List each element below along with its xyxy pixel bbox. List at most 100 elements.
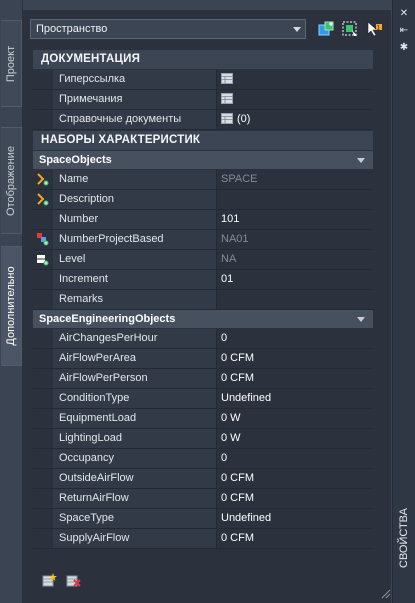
tab-display[interactable]: Отображение bbox=[1, 127, 22, 234]
property-value-text: 0 CFM bbox=[221, 532, 254, 544]
property-row[interactable]: Number 101 bbox=[33, 210, 373, 230]
property-row[interactable]: Примечания bbox=[33, 90, 373, 110]
property-set-spaceengineeringobjects[interactable]: SpaceEngineeringObjects bbox=[33, 310, 373, 329]
property-value-text: SPACE bbox=[221, 173, 258, 185]
add-property-set-button[interactable] bbox=[41, 572, 57, 588]
property-row[interactable]: AirFlowPerPerson 0 CFM bbox=[33, 369, 373, 389]
property-value[interactable]: 0 W bbox=[217, 409, 373, 428]
table-icon[interactable] bbox=[221, 93, 233, 104]
property-row[interactable]: SpaceType Undefined bbox=[33, 509, 373, 529]
property-name-text: OutsideAirFlow bbox=[59, 472, 134, 484]
tab-extended-data[interactable]: Дополнительно bbox=[1, 246, 22, 366]
property-row[interactable]: LightingLoad 0 W bbox=[33, 429, 373, 449]
property-name-text: Level bbox=[59, 253, 86, 265]
property-name: Level bbox=[53, 250, 217, 269]
property-name: Name bbox=[53, 170, 217, 189]
project-icon bbox=[37, 233, 49, 246]
close-icon[interactable]: ✕ bbox=[397, 8, 411, 20]
property-value[interactable]: SPACE bbox=[217, 170, 373, 189]
select-objects-icon bbox=[342, 21, 357, 36]
property-row[interactable]: ReturnAirFlow 0 CFM bbox=[33, 489, 373, 509]
property-name: AirFlowPerPerson bbox=[53, 369, 217, 388]
chevron-down-icon[interactable] bbox=[357, 158, 365, 163]
property-value-text: 0 W bbox=[221, 412, 241, 424]
property-value[interactable]: 0 CFM bbox=[217, 349, 373, 368]
property-value-text: 0 CFM bbox=[221, 372, 254, 384]
property-row[interactable]: Справочные документы (0) bbox=[33, 110, 373, 130]
category-documentation[interactable]: ДОКУМЕНТАЦИЯ bbox=[33, 50, 373, 70]
row-gutter bbox=[33, 409, 53, 428]
row-gutter bbox=[33, 509, 53, 528]
quick-select-button[interactable] bbox=[316, 19, 336, 39]
property-value-text: 0 CFM bbox=[221, 492, 254, 504]
property-set-spaceobjects[interactable]: SpaceObjects bbox=[33, 151, 373, 170]
row-gutter bbox=[33, 230, 53, 249]
property-value[interactable]: 0 W bbox=[217, 429, 373, 448]
property-name: ReturnAirFlow bbox=[53, 489, 217, 508]
property-row[interactable]: Occupancy 0 bbox=[33, 449, 373, 469]
row-gutter bbox=[33, 110, 53, 129]
property-value[interactable]: 0 CFM bbox=[217, 469, 373, 488]
settings-icon[interactable]: ✱ bbox=[397, 42, 411, 54]
property-value[interactable]: 0 bbox=[217, 329, 373, 348]
property-name: SpaceType bbox=[53, 509, 217, 528]
level-icon bbox=[37, 255, 49, 266]
property-name: LightingLoad bbox=[53, 429, 217, 448]
property-row[interactable]: AirChangesPerHour 0 bbox=[33, 329, 373, 349]
chevron-down-icon[interactable] bbox=[357, 317, 365, 322]
property-row[interactable]: ConditionType Undefined bbox=[33, 389, 373, 409]
property-row[interactable]: NumberProjectBased NA01 bbox=[33, 230, 373, 250]
property-value[interactable]: 01 bbox=[217, 270, 373, 289]
property-value[interactable] bbox=[217, 190, 373, 209]
row-gutter bbox=[33, 210, 53, 229]
property-value-text: 0 CFM bbox=[221, 352, 254, 364]
row-gutter bbox=[33, 190, 53, 209]
category-property-sets[interactable]: НАБОРЫ ХАРАКТЕРИСТИК bbox=[33, 131, 373, 151]
property-value[interactable] bbox=[217, 70, 373, 89]
property-name: EquipmentLoad bbox=[53, 409, 217, 428]
property-name-text: SupplyAirFlow bbox=[59, 532, 130, 544]
property-value[interactable] bbox=[217, 290, 373, 309]
property-value[interactable]: NA bbox=[217, 250, 373, 269]
property-value-text: 01 bbox=[221, 273, 234, 285]
property-name: OutsideAirFlow bbox=[53, 469, 217, 488]
property-row[interactable]: SupplyAirFlow 0 CFM bbox=[33, 529, 373, 549]
property-value[interactable]: Undefined bbox=[217, 389, 373, 408]
property-name: Гиперссылка bbox=[53, 70, 217, 89]
object-type-select[interactable]: Пространство bbox=[30, 19, 306, 39]
property-value-text: (0) bbox=[237, 113, 251, 125]
property-row[interactable]: AirFlowPerArea 0 CFM bbox=[33, 349, 373, 369]
tab-project[interactable]: Проект bbox=[1, 20, 22, 107]
select-objects-button[interactable] bbox=[340, 19, 360, 39]
table-icon[interactable] bbox=[221, 73, 233, 84]
pickadd-button[interactable]: 1 bbox=[364, 19, 384, 39]
property-row[interactable]: Name SPACE bbox=[33, 170, 373, 190]
property-row[interactable]: Increment 01 bbox=[33, 270, 373, 290]
property-value[interactable]: Undefined bbox=[217, 509, 373, 528]
property-value[interactable]: 0 bbox=[217, 449, 373, 468]
property-value[interactable] bbox=[217, 90, 373, 109]
property-value[interactable]: 0 CFM bbox=[217, 529, 373, 548]
property-name: ConditionType bbox=[53, 389, 217, 408]
property-value-text: Undefined bbox=[221, 392, 272, 404]
row-gutter bbox=[33, 529, 53, 548]
property-value[interactable]: NA01 bbox=[217, 230, 373, 249]
property-set-title: SpaceObjects bbox=[39, 154, 112, 166]
row-gutter bbox=[33, 70, 53, 89]
property-row[interactable]: Description bbox=[33, 190, 373, 210]
quick-select-icon bbox=[318, 21, 334, 36]
property-value[interactable]: 0 CFM bbox=[217, 489, 373, 508]
property-row[interactable]: OutsideAirFlow 0 CFM bbox=[33, 469, 373, 489]
table-icon[interactable] bbox=[221, 113, 233, 124]
property-value[interactable]: 101 bbox=[217, 210, 373, 229]
property-value-text: 0 bbox=[221, 332, 228, 344]
property-value[interactable]: 0 CFM bbox=[217, 369, 373, 388]
property-row[interactable]: Remarks bbox=[33, 290, 373, 310]
remove-property-set-button[interactable] bbox=[65, 572, 81, 588]
resize-grip-icon[interactable] bbox=[381, 589, 391, 599]
auto-hide-icon[interactable]: ⇤ bbox=[397, 25, 411, 37]
property-value[interactable]: (0) bbox=[217, 110, 373, 129]
property-row[interactable]: Level NA bbox=[33, 250, 373, 270]
property-row[interactable]: Гиперссылка bbox=[33, 70, 373, 90]
property-row[interactable]: EquipmentLoad 0 W bbox=[33, 409, 373, 429]
